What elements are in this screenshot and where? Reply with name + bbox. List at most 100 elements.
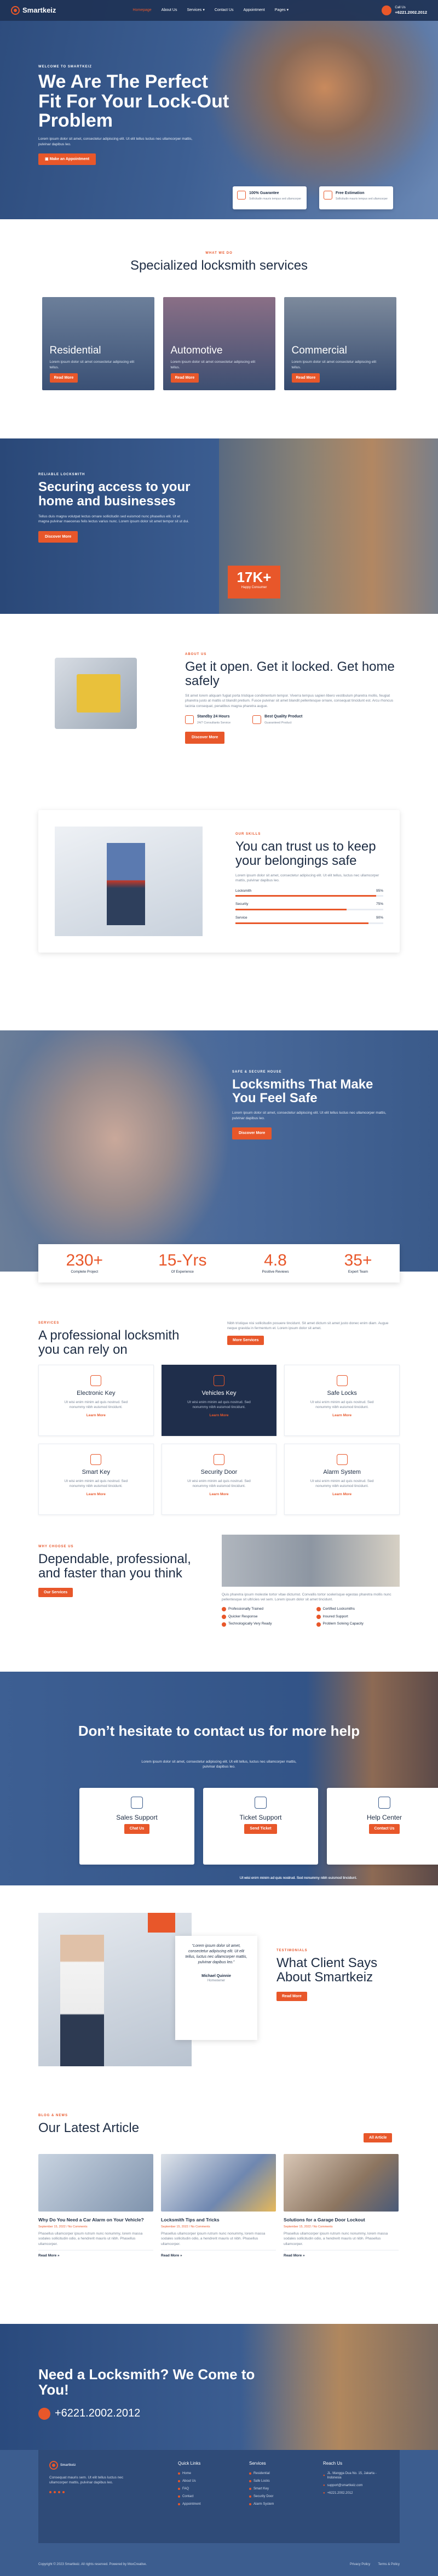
check-icon (222, 1614, 226, 1619)
blog-card[interactable]: Locksmith Tips and Tricks September 15, 2… (161, 2154, 276, 2259)
check-icon (222, 1607, 226, 1612)
footer-logo[interactable]: Smartkeiz (49, 2461, 142, 2470)
discover-more-button[interactable]: Discover More (38, 531, 78, 543)
why-list-item: Certified Locksmiths (316, 1607, 400, 1612)
nav-services[interactable]: Services ▾ (187, 8, 204, 13)
stat-experience: 15-Yrs Of Experience (158, 1252, 206, 1275)
about-features: Standby 24 Hours 24/7 Consultants Service… (185, 714, 404, 725)
mail-icon: ● (323, 2483, 325, 2487)
service-security-door[interactable]: Security Door Ut wisi enim minim ad quis … (161, 1444, 277, 1515)
youtube-icon[interactable] (62, 2490, 65, 2493)
skills-eyebrow: OUR SKILLS (235, 833, 261, 836)
read-more-button[interactable]: Read More (170, 373, 199, 383)
service-smart-key[interactable]: Smart Key Ut wisi enim minim ad quis nost… (38, 1444, 154, 1515)
read-more-button[interactable]: Read More (291, 373, 320, 383)
nav-about[interactable]: About Us (162, 8, 177, 13)
safe-title: Locksmiths That Make You Feel Safe (232, 1077, 373, 1106)
service-alarm-system[interactable]: Alarm System Ut wisi enim minim ad quis n… (284, 1444, 400, 1515)
support-cards: Sales Support Ut wisi enim minim ad quis … (79, 1788, 438, 1880)
skill-bar-locksmith: Locksmith 95% (235, 889, 383, 897)
service-text: Ut wisi enim minim ad quis nostrud. Sed … (187, 1400, 251, 1410)
footer-link[interactable]: About Us (178, 2479, 201, 2483)
cta-phone[interactable]: +6221.2002.2012 (38, 2406, 140, 2421)
about-discover-button[interactable]: Discover More (185, 732, 225, 744)
footer-email[interactable]: ● support@smartkeiz.com (323, 2483, 391, 2488)
service-vehicles-key[interactable]: Vehicles Key Ut wisi enim minim ad quis n… (161, 1365, 277, 1436)
chat-us-button[interactable]: Chat Us (124, 1824, 150, 1834)
blog-post-title[interactable]: Solutions for a Garage Door Lockout (284, 2217, 399, 2223)
terms-link[interactable]: Terms & Policy (378, 2563, 400, 2566)
skills-section: OUR SKILLS You can trust us to keep your… (0, 800, 438, 1030)
footer-link[interactable]: Safe Locks (249, 2479, 274, 2483)
nav-services-label: Services (187, 8, 202, 13)
blog-post-title[interactable]: Why Do You Need a Car Alarm on Your Vehi… (38, 2217, 153, 2223)
footer-link[interactable]: Alarm System (249, 2502, 274, 2506)
cta-phone-number: +6221.2002.2012 (55, 2407, 141, 2419)
brand-logo[interactable]: Smartkeiz (11, 5, 56, 15)
stat-label: Expert Team (348, 1269, 368, 1274)
footer-link[interactable]: FAQ (178, 2487, 201, 2491)
why-list-text: Problem Solving Capacity (322, 1622, 364, 1626)
facebook-icon[interactable] (49, 2490, 51, 2493)
read-more-link[interactable]: Read More » (284, 2250, 399, 2259)
appointment-button[interactable]: ▣ Make an Appointment (38, 153, 96, 166)
nav-appointment[interactable]: Appointment (243, 8, 264, 13)
feature-standby: Standby 24 Hours 24/7 Consultants Service (185, 714, 230, 725)
hero-section: Smartkeiz Homepage About Us Services ▾ Co… (0, 0, 438, 219)
header-call[interactable]: Call Us +6221.2002.2012 (382, 5, 427, 15)
support-help-center: Help Center Ut wisi enim minim ad quis no… (240, 1788, 438, 1880)
learn-more-link[interactable]: Learn More (209, 1492, 228, 1497)
read-more-link[interactable]: Read More » (38, 2250, 153, 2259)
footer-link[interactable]: Security Door (249, 2494, 274, 2499)
blog-card[interactable]: Solutions for a Garage Door Lockout Septe… (284, 2154, 399, 2259)
footer-heading: Reach Us (323, 2461, 343, 2466)
service-card-commercial[interactable]: Commercial Lorem ipsum dolor sit amet con… (284, 297, 396, 391)
footer: Smartkeiz Consequat mauris sem. Ut elit … (0, 2450, 438, 2576)
learn-more-link[interactable]: Learn More (332, 1414, 351, 1418)
learn-more-link[interactable]: Learn More (87, 1492, 106, 1497)
badge-value: 17K+ (237, 569, 272, 585)
footer-link[interactable]: Residential (249, 2471, 274, 2476)
learn-more-link[interactable]: Learn More (87, 1414, 106, 1418)
service-safe-locks[interactable]: Safe Locks Ut wisi enim minim ad quis nos… (284, 1365, 400, 1436)
nav-home[interactable]: Homepage (132, 8, 151, 13)
send-ticket-button[interactable]: Send Ticket (244, 1824, 277, 1834)
service-card-automotive[interactable]: Automotive Lorem ipsum dolor sit amet con… (163, 297, 275, 391)
service-electronic-key[interactable]: Electronic Key Ut wisi enim minim ad quis… (38, 1365, 154, 1436)
testimonials-read-more-button[interactable]: Read More (276, 1991, 307, 2002)
more-services-button[interactable]: More Services (227, 1335, 264, 1346)
read-more-button[interactable]: Read More (49, 373, 78, 383)
blog-post-excerpt: Phasellus ullamcorper ipsum rutrum nunc … (284, 2232, 388, 2246)
twitter-icon[interactable] (54, 2490, 56, 2493)
footer-phone[interactable]: ● +6221.2002.2012 (323, 2491, 391, 2495)
contact-us-button[interactable]: Contact Us (368, 1824, 400, 1834)
learn-more-link[interactable]: Learn More (209, 1414, 228, 1418)
nav-pages-label: Pages (274, 8, 286, 13)
blog-post-title[interactable]: Locksmith Tips and Tricks (161, 2217, 276, 2223)
footer-link[interactable]: Contact (178, 2494, 201, 2499)
instagram-icon[interactable] (58, 2490, 60, 2493)
brand-name: Smartkeiz (22, 6, 56, 15)
feature-title: Best Quality Product (264, 715, 303, 719)
support-title: Sales Support (116, 1814, 158, 1821)
support-sales: Sales Support Ut wisi enim minim ad quis … (79, 1788, 357, 1880)
blog-card[interactable]: Why Do You Need a Car Alarm on Your Vehi… (38, 2154, 153, 2259)
our-services-button[interactable]: Our Services (38, 1587, 73, 1598)
footer-link[interactable]: Home (178, 2471, 201, 2476)
nav-about-label: About Us (161, 8, 177, 13)
service-card-residential[interactable]: Residential Lorem ipsum dolor sit amet co… (42, 297, 154, 391)
nav-contact[interactable]: Contact Us (215, 8, 234, 13)
about-section: ABOUT US Get it open. Get it locked. Get… (0, 614, 438, 800)
all-article-button[interactable]: All Article (364, 2133, 393, 2143)
privacy-link[interactable]: Privacy Policy (350, 2563, 370, 2566)
safe-eyebrow: SAFE & SECURE HOUSE (232, 1070, 282, 1074)
testimonials-eyebrow: TESTIMONIALS (276, 1949, 308, 1952)
safe-discover-button[interactable]: Discover More (232, 1127, 272, 1139)
footer-link[interactable]: Smart Key (249, 2487, 274, 2491)
footer-link[interactable]: Appointment (178, 2502, 201, 2506)
learn-more-link[interactable]: Learn More (332, 1492, 351, 1497)
why-eyebrow: WHY CHOOSE US (38, 1545, 74, 1548)
nav-pages[interactable]: Pages ▾ (275, 8, 289, 13)
services-section: WHAT WE DO Specialized locksmith service… (0, 219, 438, 438)
read-more-link[interactable]: Read More » (161, 2250, 276, 2259)
